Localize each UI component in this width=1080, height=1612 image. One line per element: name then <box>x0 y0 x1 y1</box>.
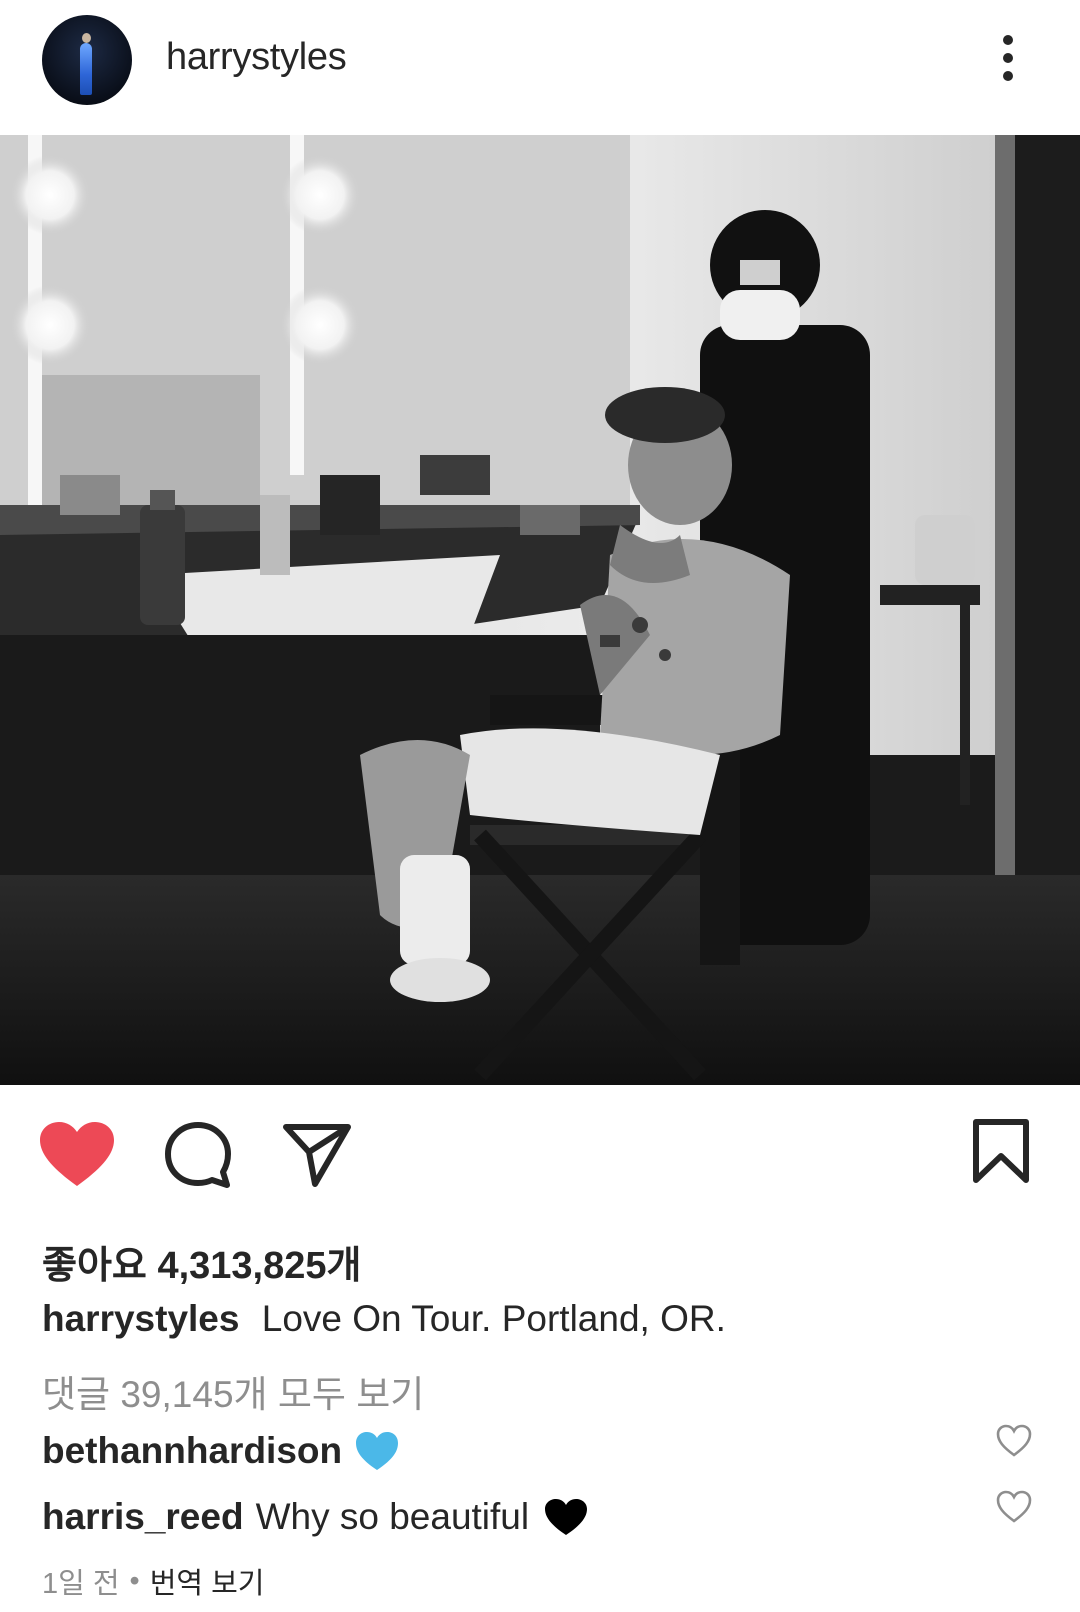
comment-username[interactable]: harris_reed <box>42 1496 244 1538</box>
post-username[interactable]: harrystyles <box>166 36 347 79</box>
view-all-comments-link[interactable]: 댓글 39,145개 모두 보기 <box>42 1364 424 1418</box>
avatar-figure-head <box>82 33 91 43</box>
translate-link[interactable]: 번역 보기 <box>150 1560 265 1602</box>
more-vertical-icon[interactable] <box>996 30 1020 90</box>
heart-filled-icon[interactable] <box>38 1120 116 1190</box>
action-bar <box>0 1100 1080 1210</box>
comment-username[interactable]: bethannhardison <box>42 1430 342 1472</box>
blue-heart-icon <box>356 1432 399 1470</box>
caption-username[interactable]: harrystyles <box>42 1298 239 1339</box>
post-photo-image <box>0 135 1080 1085</box>
bookmark-icon[interactable] <box>972 1118 1030 1184</box>
comment-like-heart-icon[interactable] <box>996 1424 1032 1458</box>
comment-item: harris_reed Why so beautiful <box>42 1492 589 1542</box>
avatar-figure <box>80 43 92 95</box>
comment-text: Why so beautiful <box>255 1496 530 1537</box>
comment-like-heart-icon[interactable] <box>996 1490 1032 1524</box>
post-photo[interactable] <box>0 135 1080 1085</box>
comment-bubble-icon[interactable] <box>163 1120 233 1190</box>
post-meta: 1일 전 • 번역 보기 <box>42 1560 264 1602</box>
black-heart-icon <box>545 1499 588 1535</box>
caption-text: Love On Tour. Portland, OR. <box>261 1298 726 1339</box>
paper-plane-icon[interactable] <box>282 1122 352 1188</box>
profile-avatar[interactable] <box>42 15 132 105</box>
likes-count[interactable]: 좋아요 4,313,825개 <box>42 1234 361 1289</box>
meta-separator: • <box>129 1564 140 1597</box>
post-header: harrystyles <box>0 0 1080 135</box>
post-caption: harrystyles Love On Tour. Portland, OR. <box>42 1298 726 1340</box>
post-time: 1일 전 <box>42 1568 120 1600</box>
comment-item: bethannhardison <box>42 1426 400 1476</box>
